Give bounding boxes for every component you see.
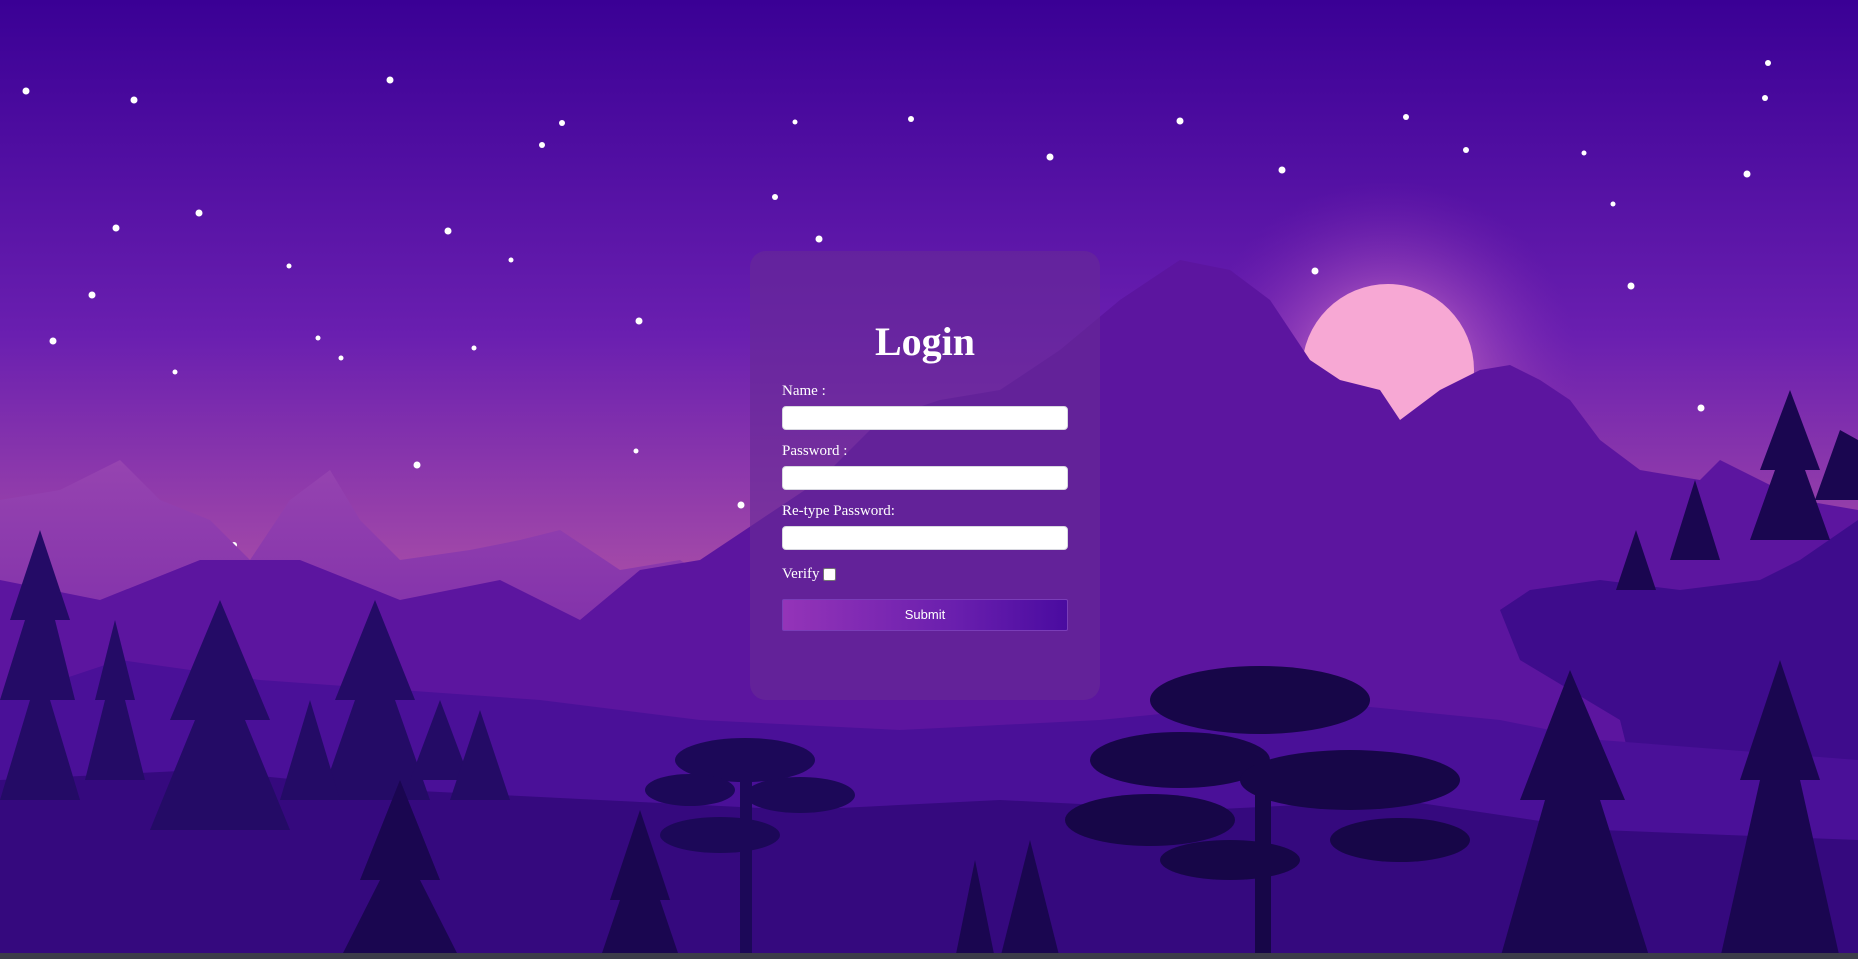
verify-label: Verify [782, 565, 820, 582]
verify-row: Verify [782, 564, 1068, 584]
retype-password-input[interactable] [782, 526, 1068, 550]
login-card: Login Name : Password : Re-type Password… [750, 251, 1100, 700]
name-input[interactable] [782, 406, 1068, 430]
name-field-group: Name : [782, 382, 1068, 430]
verify-checkbox[interactable] [822, 567, 836, 581]
login-title: Login [874, 319, 976, 364]
password-field-group: Password : [782, 442, 1068, 490]
bottom-bar [0, 953, 1858, 959]
password-input[interactable] [782, 466, 1068, 490]
name-label: Name : [782, 383, 826, 399]
submit-button[interactable]: Submit [782, 599, 1068, 631]
retype-password-field-group: Re-type Password: [782, 502, 1068, 550]
password-label: Password : [782, 443, 848, 459]
retype-password-label: Re-type Password: [782, 503, 895, 519]
